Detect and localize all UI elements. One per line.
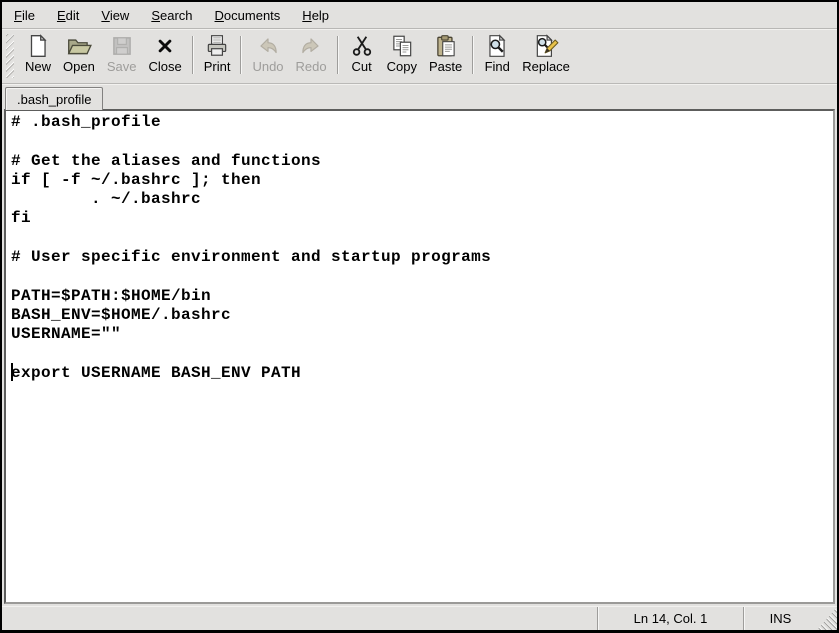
replace-magnifier-pencil-icon xyxy=(533,33,559,59)
toolbar-drag-handle[interactable] xyxy=(6,34,14,78)
copy-pages-icon xyxy=(389,33,415,59)
toolbar: New Open Save Close Print xyxy=(2,29,837,84)
close-button[interactable]: Close xyxy=(142,32,187,76)
open-button-label: Open xyxy=(63,59,95,75)
paste-clipboard-icon xyxy=(433,33,459,59)
resize-grip[interactable] xyxy=(817,607,837,630)
save-button: Save xyxy=(101,32,143,76)
toolbar-separator xyxy=(337,36,339,74)
replace-button-label: Replace xyxy=(522,59,570,75)
close-x-icon xyxy=(152,33,178,59)
undo-button: Undo xyxy=(246,32,289,76)
menu-help-label: Help xyxy=(302,8,329,23)
print-button[interactable]: Print xyxy=(198,32,237,76)
save-button-label: Save xyxy=(107,59,137,75)
open-folder-icon xyxy=(66,33,92,59)
find-button[interactable]: Find xyxy=(478,32,516,76)
tab-bash-profile[interactable]: .bash_profile xyxy=(5,87,103,110)
print-button-label: Print xyxy=(204,59,231,75)
scissors-icon xyxy=(349,33,375,59)
new-button-label: New xyxy=(25,59,51,75)
menu-documents[interactable]: Documents xyxy=(207,4,289,27)
menu-file[interactable]: File xyxy=(6,4,43,27)
undo-arrow-icon xyxy=(255,33,281,59)
replace-button[interactable]: Replace xyxy=(516,32,576,76)
new-document-icon xyxy=(25,33,51,59)
cursor-position-status: Ln 14, Col. 1 xyxy=(597,607,743,630)
menu-search-label: Search xyxy=(151,8,192,23)
text-cursor-caret xyxy=(11,363,13,381)
tab-strip: .bash_profile xyxy=(2,84,837,109)
menu-help[interactable]: Help xyxy=(294,4,337,27)
menu-view-label: View xyxy=(101,8,129,23)
text-editor-window: File Edit View Search Documents Help New… xyxy=(0,0,839,633)
menu-edit[interactable]: Edit xyxy=(49,4,87,27)
tab-label: .bash_profile xyxy=(17,92,91,107)
status-bar-message-area xyxy=(2,607,597,630)
cut-button-label: Cut xyxy=(351,59,371,75)
save-floppy-icon xyxy=(109,33,135,59)
menu-documents-label: Documents xyxy=(215,8,281,23)
find-button-label: Find xyxy=(485,59,510,75)
redo-button-label: Redo xyxy=(296,59,327,75)
find-magnifier-icon xyxy=(484,33,510,59)
copy-button[interactable]: Copy xyxy=(381,32,423,76)
new-button[interactable]: New xyxy=(19,32,57,76)
toolbar-separator xyxy=(192,36,194,74)
menu-search[interactable]: Search xyxy=(143,4,200,27)
paste-button-label: Paste xyxy=(429,59,462,75)
menu-edit-label: Edit xyxy=(57,8,79,23)
redo-arrow-icon xyxy=(298,33,324,59)
insert-mode-status: INS xyxy=(743,607,817,630)
cut-button[interactable]: Cut xyxy=(343,32,381,76)
paste-button[interactable]: Paste xyxy=(423,32,468,76)
copy-button-label: Copy xyxy=(387,59,417,75)
menu-view[interactable]: View xyxy=(93,4,137,27)
undo-button-label: Undo xyxy=(252,59,283,75)
close-button-label: Close xyxy=(148,59,181,75)
toolbar-separator xyxy=(240,36,242,74)
menu-file-label: File xyxy=(14,8,35,23)
toolbar-separator xyxy=(472,36,474,74)
redo-button: Redo xyxy=(290,32,333,76)
status-bar: Ln 14, Col. 1 INS xyxy=(2,607,837,630)
editor-text[interactable]: # .bash_profile # Get the aliases and fu… xyxy=(6,111,833,385)
printer-icon xyxy=(204,33,230,59)
open-button[interactable]: Open xyxy=(57,32,101,76)
menubar: File Edit View Search Documents Help xyxy=(2,2,837,29)
editor-area: # .bash_profile # Get the aliases and fu… xyxy=(4,109,835,604)
